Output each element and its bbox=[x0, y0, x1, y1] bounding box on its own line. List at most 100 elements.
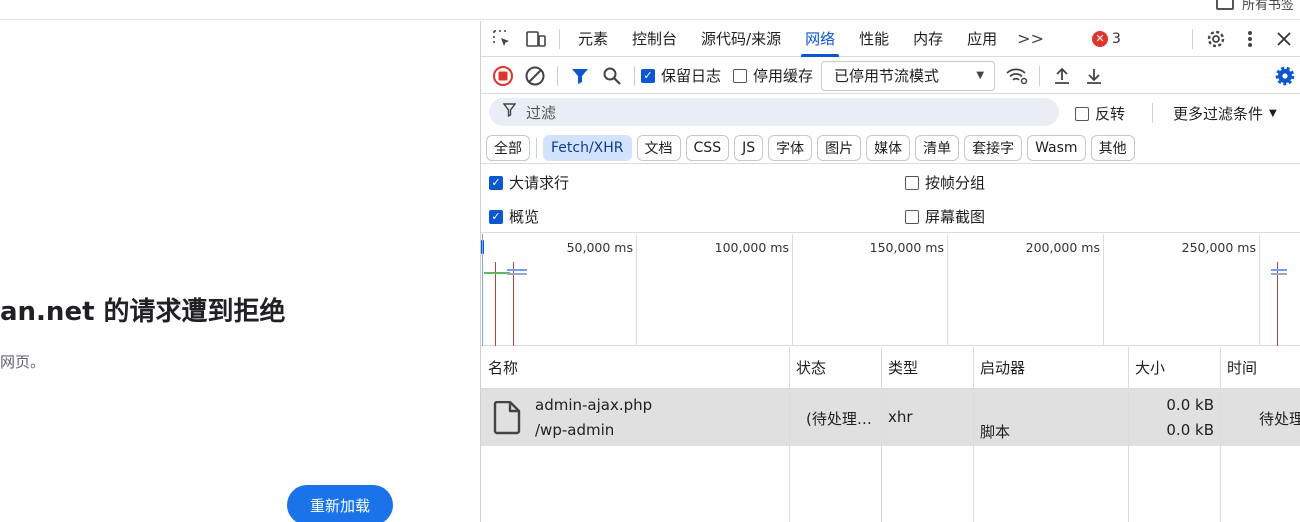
timeline-tick-label: 200,000 ms bbox=[1025, 240, 1100, 255]
checkbox-checked-icon: ✓ bbox=[489, 175, 503, 190]
timeline-gridline bbox=[792, 234, 793, 346]
throttling-value: 已停用节流模式 bbox=[834, 67, 940, 85]
filter-bar: 过滤 反转 更多过滤条件 ▼ bbox=[481, 94, 1300, 130]
timeline-overview[interactable]: 50,000 ms 100,000 ms 150,000 ms 200,000 … bbox=[481, 234, 1300, 346]
type-socket[interactable]: 套接字 bbox=[964, 134, 1023, 161]
column-divider bbox=[789, 347, 790, 522]
tab-memory[interactable]: 内存 bbox=[901, 21, 955, 57]
filter-input[interactable]: 过滤 bbox=[489, 98, 1059, 126]
error-title: an.net 的请求遭到拒绝 bbox=[0, 297, 286, 327]
tab-performance[interactable]: 性能 bbox=[847, 21, 901, 57]
checkbox-unchecked-icon bbox=[733, 68, 748, 83]
error-count-badge[interactable]: ✕ 3 bbox=[1091, 30, 1121, 47]
request-type: xhr bbox=[888, 408, 913, 426]
all-bookmarks-label: 所有书签 bbox=[1241, 0, 1294, 13]
preserve-log-checkbox[interactable]: ✓ 保留日志 bbox=[641, 65, 721, 86]
export-har-icon[interactable] bbox=[1078, 60, 1110, 92]
column-header-name[interactable]: 名称 bbox=[481, 347, 789, 389]
timeline-tick-label: 100,000 ms bbox=[714, 240, 789, 255]
settings-gear-icon[interactable] bbox=[1199, 21, 1233, 57]
overview-label: 概览 bbox=[509, 208, 540, 226]
type-css[interactable]: CSS bbox=[685, 134, 730, 161]
screenshots-label: 屏幕截图 bbox=[925, 208, 986, 226]
network-settings-gear-icon[interactable] bbox=[1269, 60, 1300, 92]
network-conditions-icon[interactable] bbox=[1001, 60, 1033, 92]
tab-application[interactable]: 应用 bbox=[955, 21, 1009, 57]
more-filters-dropdown[interactable]: 更多过滤条件 ▼ bbox=[1173, 103, 1277, 124]
disable-cache-checkbox[interactable]: 停用缓存 bbox=[733, 65, 813, 86]
reload-button[interactable]: 重新加载 bbox=[287, 485, 393, 522]
group-by-frame-checkbox[interactable]: 按帧分组 bbox=[905, 172, 985, 193]
tab-sources[interactable]: 源代码/来源 bbox=[689, 21, 793, 57]
type-manifest[interactable]: 清单 bbox=[915, 134, 960, 161]
request-time: 待处理 bbox=[1259, 410, 1300, 428]
type-js[interactable]: JS bbox=[734, 134, 764, 161]
column-header-status[interactable]: 状态 bbox=[789, 347, 881, 389]
big-request-rows-label: 大请求行 bbox=[509, 174, 570, 192]
more-options-icon[interactable] bbox=[1233, 21, 1267, 57]
request-status: (待处理… bbox=[806, 410, 872, 428]
toolbar-divider bbox=[1039, 65, 1041, 86]
type-fetch-xhr[interactable]: Fetch/XHR bbox=[543, 134, 632, 161]
device-toolbar-icon[interactable] bbox=[519, 21, 553, 57]
column-divider bbox=[1220, 347, 1221, 522]
toolbar-divider bbox=[634, 65, 635, 86]
type-other[interactable]: 其他 bbox=[1090, 134, 1135, 161]
column-header-time[interactable]: 时间 bbox=[1220, 347, 1300, 389]
inspect-element-icon[interactable] bbox=[485, 21, 519, 57]
invert-checkbox[interactable]: 反转 bbox=[1075, 103, 1125, 124]
type-img[interactable]: 图片 bbox=[817, 134, 862, 161]
screenshots-checkbox[interactable]: 屏幕截图 bbox=[905, 206, 985, 227]
overview-checkbox[interactable]: ✓ 概览 bbox=[489, 206, 539, 227]
preserve-log-label: 保留日志 bbox=[661, 67, 722, 85]
network-options: ✓ 大请求行 ✓ 概览 按帧分组 屏幕截图 bbox=[481, 166, 1300, 233]
resource-type-filter: 全部 Fetch/XHR 文档 CSS JS 字体 图片 媒体 清单 套接字 W… bbox=[481, 132, 1300, 164]
error-icon: ✕ bbox=[1091, 30, 1108, 47]
checkbox-unchecked-icon bbox=[1075, 106, 1089, 121]
table-row[interactable]: admin-ajax.php /wp-admin (待处理… xhr 脚本 0.… bbox=[481, 389, 1300, 446]
chevron-down-icon: ▼ bbox=[1269, 108, 1277, 119]
big-request-rows-checkbox[interactable]: ✓ 大请求行 bbox=[489, 172, 569, 193]
filter-icon bbox=[502, 103, 517, 121]
checkbox-unchecked-icon bbox=[905, 175, 919, 190]
column-header-size[interactable]: 大小 bbox=[1128, 347, 1220, 389]
throttling-select[interactable]: 已停用节流模式 ▼ bbox=[821, 60, 996, 91]
type-media[interactable]: 媒体 bbox=[866, 134, 911, 161]
type-wasm[interactable]: Wasm bbox=[1027, 134, 1086, 161]
timeline-gridline bbox=[636, 234, 637, 346]
more-filters-label: 更多过滤条件 bbox=[1173, 105, 1264, 123]
tabbar-divider bbox=[559, 28, 560, 49]
filter-funnel-icon[interactable] bbox=[564, 60, 596, 92]
record-stop-icon[interactable] bbox=[487, 60, 519, 92]
request-initiator: 脚本 bbox=[980, 423, 1011, 441]
folder-icon bbox=[1215, 0, 1234, 10]
network-toolbar: ✓ 保留日志 停用缓存 已停用节流模式 ▼ bbox=[481, 58, 1300, 94]
request-bar bbox=[507, 273, 527, 275]
timeline-gridline bbox=[947, 234, 948, 346]
tab-elements[interactable]: 元素 bbox=[566, 21, 620, 57]
type-all[interactable]: 全部 bbox=[486, 134, 530, 161]
import-har-icon[interactable] bbox=[1046, 60, 1078, 92]
close-icon[interactable] bbox=[1267, 21, 1300, 57]
requests-table: 名称 状态 类型 启动器 大小 时间 admin-ajax.php /wp-ad… bbox=[481, 347, 1300, 522]
tabbar-actions bbox=[1186, 21, 1300, 57]
group-by-frame-label: 按帧分组 bbox=[925, 174, 986, 192]
column-header-type[interactable]: 类型 bbox=[881, 347, 973, 389]
all-bookmarks[interactable]: 所有书签 bbox=[1215, 0, 1294, 13]
tab-network[interactable]: 网络 bbox=[793, 21, 847, 57]
clear-icon[interactable] bbox=[519, 60, 551, 92]
more-tabs-button[interactable]: >> bbox=[1009, 29, 1052, 48]
filter-placeholder: 过滤 bbox=[526, 103, 557, 122]
type-font[interactable]: 字体 bbox=[768, 134, 813, 161]
devtools-panel: 元素 控制台 源代码/来源 网络 性能 内存 应用 >> ✕ 3 ✓ 保留日志 … bbox=[480, 21, 1300, 522]
load-event-line bbox=[495, 262, 496, 346]
column-header-initiator[interactable]: 启动器 bbox=[973, 347, 1128, 389]
tab-console[interactable]: 控制台 bbox=[620, 21, 689, 57]
type-doc[interactable]: 文档 bbox=[636, 134, 681, 161]
search-icon[interactable] bbox=[596, 60, 628, 92]
chevron-down-icon: ▼ bbox=[976, 70, 985, 81]
bookmarks-bar: 所有书签 bbox=[0, 0, 1300, 20]
request-bar bbox=[1271, 269, 1287, 271]
filter-divider bbox=[1152, 103, 1153, 123]
checkbox-checked-icon: ✓ bbox=[641, 68, 655, 83]
